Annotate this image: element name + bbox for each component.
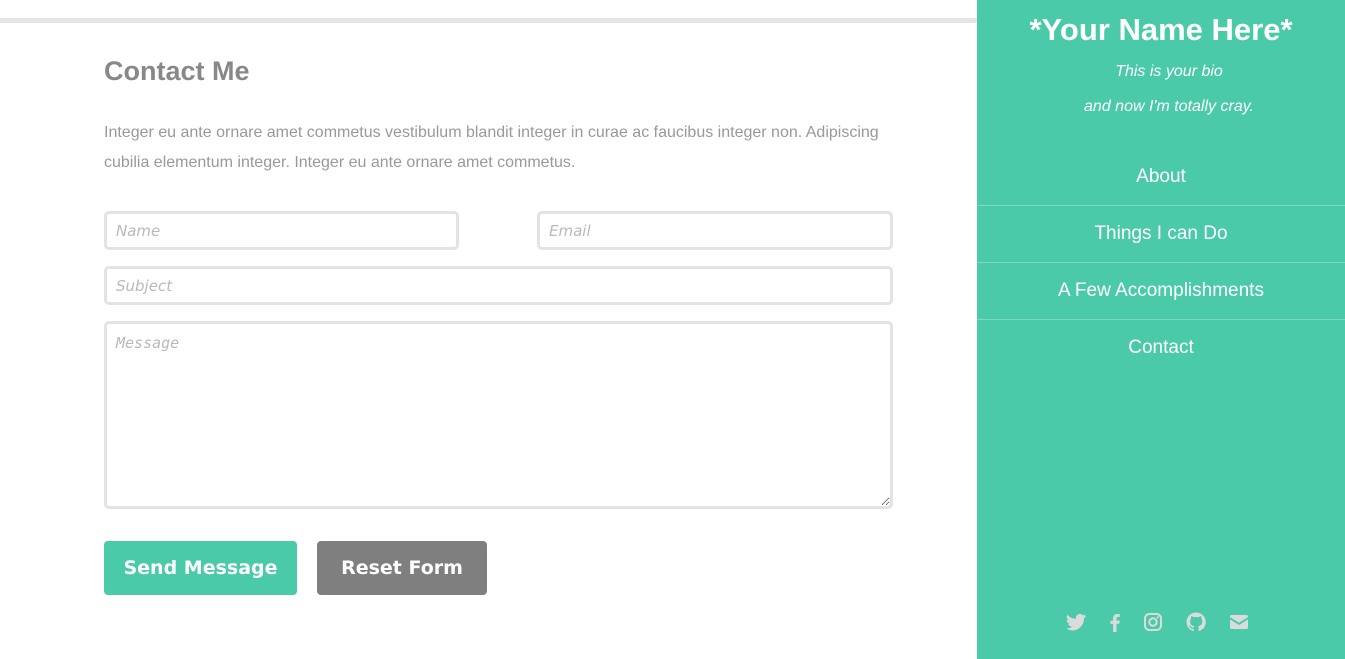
send-message-button[interactable]: Send Message — [104, 541, 297, 595]
bio-line-2: and now I'm totally cray. — [1084, 98, 1254, 115]
nav-item-accomplishments[interactable]: A Few Accomplishments — [977, 263, 1345, 320]
twitter-icon[interactable] — [1064, 610, 1088, 634]
reset-form-button[interactable]: Reset Form — [317, 541, 487, 595]
github-icon[interactable] — [1184, 610, 1208, 634]
sidebar: *Your Name Here* This is your bio and no… — [977, 0, 1345, 659]
sidebar-nav: About Things I can Do A Few Accomplishme… — [977, 149, 1345, 377]
intro-text: Integer eu ante ornare amet commetus ves… — [104, 124, 879, 171]
main-content: Contact Me Integer eu ante ornare amet c… — [0, 0, 977, 659]
message-textarea[interactable] — [104, 321, 893, 509]
email-input[interactable] — [537, 211, 893, 250]
social-links — [977, 610, 1345, 636]
name-input[interactable] — [104, 211, 459, 250]
nav-item-about[interactable]: About — [977, 149, 1345, 206]
nav-item-things-i-can-do[interactable]: Things I can Do — [977, 206, 1345, 263]
facebook-icon[interactable] — [1103, 610, 1127, 634]
top-divider — [0, 18, 977, 23]
nav-item-contact[interactable]: Contact — [977, 320, 1345, 377]
bio-line-1: This is your bio — [1115, 63, 1223, 80]
subject-input[interactable] — [104, 266, 893, 305]
envelope-icon[interactable] — [1227, 610, 1251, 634]
site-name: *Your Name Here* — [1029, 12, 1293, 47]
page-title: Contact Me — [104, 56, 250, 86]
instagram-icon[interactable] — [1141, 610, 1165, 634]
